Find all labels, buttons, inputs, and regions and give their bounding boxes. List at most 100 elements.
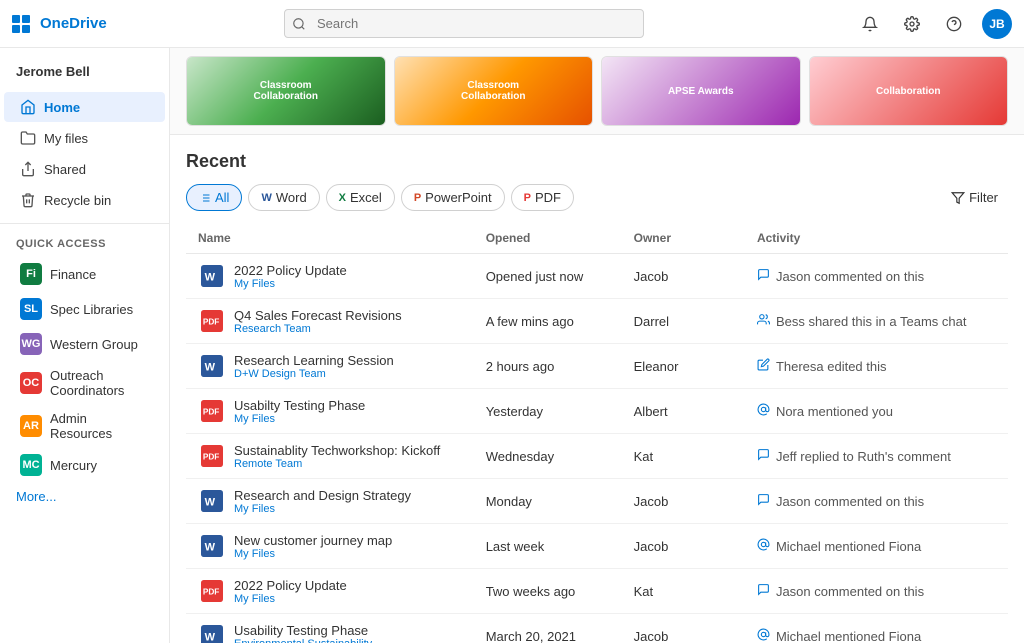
file-details: Research and Design Strategy My Files	[234, 488, 411, 515]
file-details: Usabilty Testing Phase My Files	[234, 398, 365, 425]
western-group-icon: WG	[20, 333, 42, 355]
tab-powerpoint[interactable]: P PowerPoint	[401, 184, 505, 211]
search-input[interactable]	[284, 9, 644, 38]
file-name-cell: PDF Q4 Sales Forecast Revisions Research…	[198, 307, 462, 335]
topbar-actions: JB	[856, 9, 1012, 39]
sidebar-item-outreach[interactable]: OC Outreach Coordinators	[4, 362, 165, 404]
avatar[interactable]: JB	[982, 9, 1012, 39]
filter-bar: All W Word X Excel P PowerPoint	[186, 184, 1008, 211]
onedrive-logo[interactable]: OneDrive	[12, 15, 172, 33]
tab-pdf[interactable]: P PDF	[511, 184, 574, 211]
file-activity: Nora mentioned you	[745, 389, 1008, 434]
search-bar	[284, 9, 644, 38]
card-info-4: Ru Apps Designed for Collab... Ruth shar…	[810, 125, 1008, 126]
file-activity: Jason commented on this	[745, 254, 1008, 299]
table-row[interactable]: PDF Usabilty Testing Phase My Files Yest…	[186, 389, 1008, 434]
table-row[interactable]: W Research Learning Session D+W Design T…	[186, 344, 1008, 389]
notifications-icon[interactable]	[856, 10, 884, 38]
settings-icon[interactable]	[898, 10, 926, 38]
sidebar-myfiles-label: My files	[44, 131, 88, 146]
activity-icon	[757, 358, 770, 374]
sidebar-item-my-files[interactable]: My files	[4, 123, 165, 153]
table-row[interactable]: W 2022 Policy Update My Files Opened jus…	[186, 254, 1008, 299]
word-icon: W	[198, 262, 226, 290]
sidebar-item-shared[interactable]: Shared	[4, 154, 165, 184]
table-row[interactable]: W Research and Design Strategy My Files …	[186, 479, 1008, 524]
table-row[interactable]: W Usability Testing Phase Environmental …	[186, 614, 1008, 643]
file-details: 2022 Policy Update My Files	[234, 578, 347, 605]
table-row[interactable]: W New customer journey map My Files Last…	[186, 524, 1008, 569]
more-link[interactable]: More...	[0, 483, 169, 510]
col-header-owner: Owner	[622, 223, 745, 254]
tab-pdf-label: PDF	[535, 190, 561, 205]
sidebar-item-western-group[interactable]: WG Western Group	[4, 327, 165, 361]
file-name-cell: PDF 2022 Policy Update My Files	[198, 577, 462, 605]
file-details: 2022 Policy Update My Files	[234, 263, 347, 290]
activity-text: Nora mentioned you	[776, 404, 893, 419]
file-location: My Files	[234, 278, 347, 290]
file-owner: Jacob	[622, 479, 745, 524]
sidebar-user-name: Jerome Bell	[0, 56, 169, 91]
file-activity: Bess shared this in a Teams chat	[745, 299, 1008, 344]
tab-excel[interactable]: X Excel	[326, 184, 395, 211]
file-owner: Jacob	[622, 254, 745, 299]
main-layout: Jerome Bell Home My files Shared Recycle…	[0, 48, 1024, 643]
activity-text: Bess shared this in a Teams chat	[776, 314, 967, 329]
filter-tabs: All W Word X Excel P PowerPoint	[186, 184, 574, 211]
help-icon[interactable]	[940, 10, 968, 38]
featured-card-4[interactable]: Collaboration Ru Apps Designed for Colla…	[809, 56, 1009, 126]
mercury-label: Mercury	[50, 458, 97, 473]
activity-icon	[757, 313, 770, 329]
card-thumb-4: Collaboration	[810, 57, 1008, 125]
table-row[interactable]: PDF 2022 Policy Update My Files Two week…	[186, 569, 1008, 614]
file-details: Q4 Sales Forecast Revisions Research Tea…	[234, 308, 402, 335]
sidebar-item-admin[interactable]: AR Admin Resources	[4, 405, 165, 447]
file-owner: Albert	[622, 389, 745, 434]
activity-text: Jeff replied to Ruth's comment	[776, 449, 951, 464]
sidebar: Jerome Bell Home My files Shared Recycle…	[0, 48, 170, 643]
file-opened: Yesterday	[474, 389, 622, 434]
sidebar-item-spec-libraries[interactable]: SL Spec Libraries	[4, 292, 165, 326]
filter-icon	[951, 191, 965, 205]
tab-word[interactable]: W Word	[248, 184, 319, 211]
col-header-name: Name	[186, 223, 474, 254]
folder-icon	[20, 130, 36, 146]
file-owner: Darrel	[622, 299, 745, 344]
topbar: OneDrive JB	[0, 0, 1024, 48]
file-activity: Theresa edited this	[745, 344, 1008, 389]
sidebar-item-home[interactable]: Home	[4, 92, 165, 122]
file-title: Sustainablity Techworkshop: Kickoff	[234, 443, 440, 458]
svg-text:W: W	[205, 542, 216, 554]
filter-button[interactable]: Filter	[941, 185, 1008, 210]
sidebar-item-finance[interactable]: Fi Finance	[4, 257, 165, 291]
svg-text:PDF: PDF	[203, 588, 220, 597]
sidebar-item-mercury[interactable]: MC Mercury	[4, 448, 165, 482]
featured-card-1[interactable]: ClassroomCollaboration J Classroom Colla…	[186, 56, 386, 126]
file-name-cell: W Research Learning Session D+W Design T…	[198, 352, 462, 380]
featured-card-3[interactable]: APSE Awards R APSE Awards Raquel recorde…	[601, 56, 801, 126]
admin-label: Admin Resources	[50, 411, 149, 441]
pdf-icon-tab: P	[524, 192, 531, 204]
featured-card-2[interactable]: ClassroomCollaboration N Classroom Colla…	[394, 56, 594, 126]
tab-all[interactable]: All	[186, 184, 242, 211]
sidebar-home-label: Home	[44, 100, 80, 115]
sidebar-shared-label: Shared	[44, 162, 86, 177]
file-details: Research Learning Session D+W Design Tea…	[234, 353, 394, 380]
card-info-2: N Classroom Collaboration Nora mentioned…	[395, 125, 593, 126]
table-row[interactable]: PDF Q4 Sales Forecast Revisions Research…	[186, 299, 1008, 344]
sidebar-item-recycle-bin[interactable]: Recycle bin	[4, 185, 165, 215]
file-owner: Eleanor	[622, 344, 745, 389]
file-opened: Wednesday	[474, 434, 622, 479]
file-title: Research Learning Session	[234, 353, 394, 368]
activity-text: Jason commented on this	[776, 269, 924, 284]
card-thumb-3: APSE Awards	[602, 57, 800, 125]
table-row[interactable]: PDF Sustainablity Techworkshop: Kickoff …	[186, 434, 1008, 479]
file-activity: Jason commented on this	[745, 569, 1008, 614]
svg-text:PDF: PDF	[203, 408, 220, 417]
content-area: ClassroomCollaboration J Classroom Colla…	[170, 48, 1024, 643]
recent-section: Recent All W Word X Excel	[170, 135, 1024, 643]
file-location: Research Team	[234, 323, 402, 335]
file-details: Usability Testing Phase Environmental Su…	[234, 623, 372, 643]
finance-icon: Fi	[20, 263, 42, 285]
file-name-cell: PDF Usabilty Testing Phase My Files	[198, 397, 462, 425]
